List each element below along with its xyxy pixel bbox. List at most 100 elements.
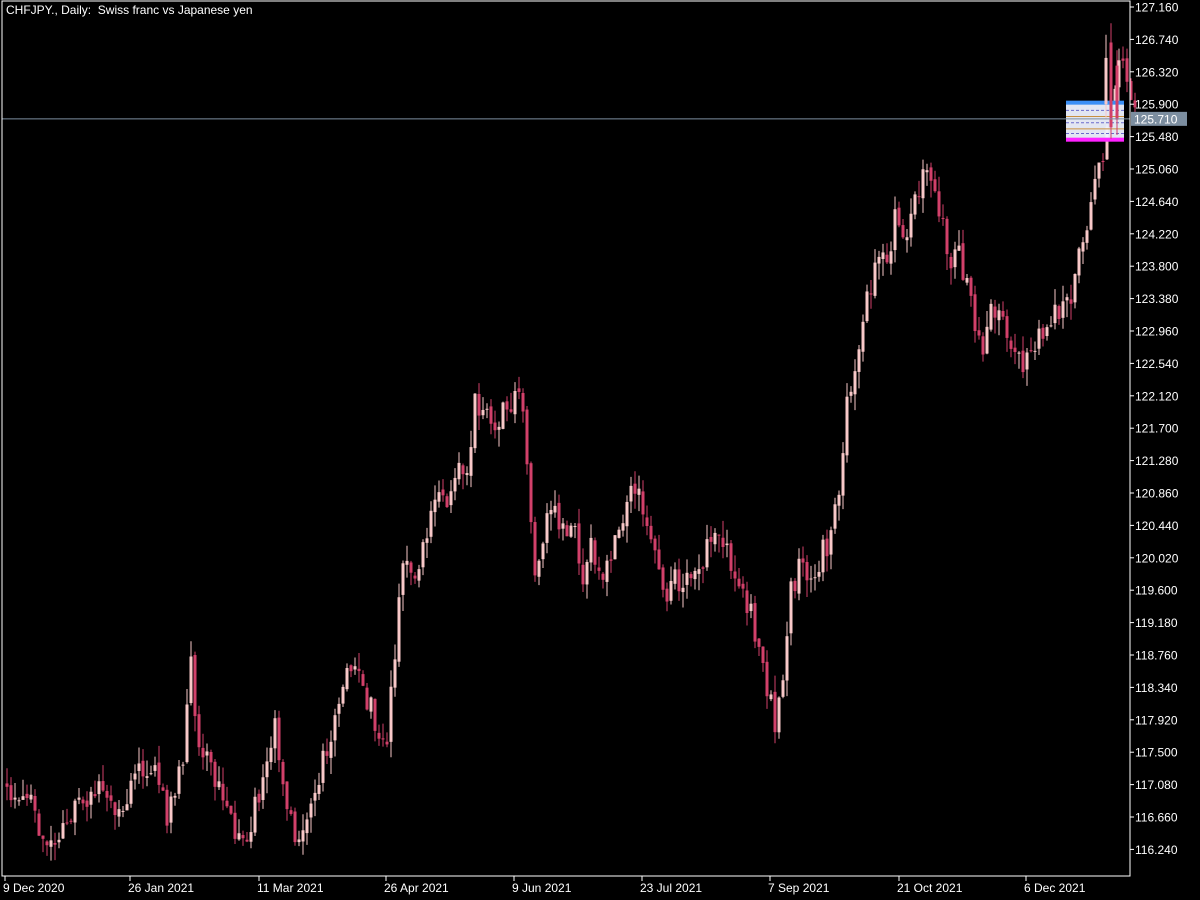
candle [17,797,21,806]
candle [661,564,665,598]
candle [393,644,397,697]
candle [441,479,445,502]
candle [885,243,889,264]
candle [833,497,837,534]
candle [1089,192,1093,231]
candle [209,749,213,776]
y-tick-label: 117.920 [1135,713,1178,727]
candle [173,792,177,806]
candle [701,565,705,584]
candle [741,576,745,598]
candle [1065,293,1069,318]
candle [585,559,589,599]
candle [189,641,193,706]
y-tick-label: 120.860 [1135,487,1179,501]
candle [673,562,677,590]
candle [489,399,493,435]
candle [381,723,385,747]
candle [309,798,313,833]
candle [113,801,117,830]
candle [493,410,497,439]
candle [469,430,473,488]
candle [1097,162,1101,188]
candle [529,461,533,534]
x-tick-label: 7 Sep 2021 [768,881,830,895]
candle [709,526,713,558]
candle [845,383,849,463]
candle [781,674,785,699]
candle [69,818,73,825]
candle [177,759,181,799]
candle [29,784,33,804]
candle [301,814,305,855]
candle [621,514,625,537]
candle [277,710,281,773]
y-tick-label: 123.800 [1135,260,1179,274]
candle [525,405,529,475]
price-zone [1066,23,1124,142]
candle [577,508,581,575]
candle [609,550,613,573]
candle [957,230,961,251]
candle [765,650,769,709]
candle [929,162,933,198]
candle [353,657,357,675]
candle [805,555,809,598]
candle [925,163,929,186]
candle [97,774,101,803]
y-tick-label: 123.380 [1135,292,1179,306]
candle [93,780,97,799]
candle [137,747,141,784]
candle [465,466,469,486]
candle [797,548,801,601]
y-tick-label: 116.660 [1135,811,1178,825]
candle [533,516,537,582]
candle [745,581,749,626]
candle [505,396,509,422]
candle [565,520,569,537]
candle [341,684,345,707]
candle [981,332,985,362]
candle [125,788,129,811]
candle [757,637,761,657]
candlestick-chart[interactable]: 125.710 127.160 126.740 126.320 125.900 125.… [0,0,1200,900]
candle [949,252,953,285]
candle [761,646,765,672]
candle [321,743,325,792]
candle [857,345,861,389]
candle [1033,341,1037,361]
candle [365,683,369,711]
candle [893,196,897,263]
candle [205,743,209,771]
candle [1001,301,1005,320]
candle [105,784,109,812]
candle [1037,319,1041,355]
x-tick-label: 21 Oct 2021 [897,881,963,895]
candle [221,767,225,811]
candle [405,545,409,578]
candle [557,494,561,539]
candle [165,784,169,834]
candle [777,696,781,739]
candle [597,556,601,580]
candle [657,534,661,570]
candle [49,825,53,861]
candle [645,505,649,536]
candle [813,564,817,591]
candle [313,779,317,817]
candle [149,765,153,776]
candle [973,285,977,343]
candle [217,766,221,791]
candle [265,747,269,794]
y-tick-label: 125.060 [1135,163,1179,177]
candle [509,392,513,414]
candle [305,812,309,845]
candle [521,388,525,423]
candle [1009,336,1013,358]
y-tick-label: 120.440 [1135,519,1179,533]
candle [809,565,813,593]
x-tick-label: 26 Apr 2021 [384,881,449,895]
candle [697,554,701,591]
candle [129,772,133,808]
y-tick-label: 126.740 [1135,33,1179,47]
